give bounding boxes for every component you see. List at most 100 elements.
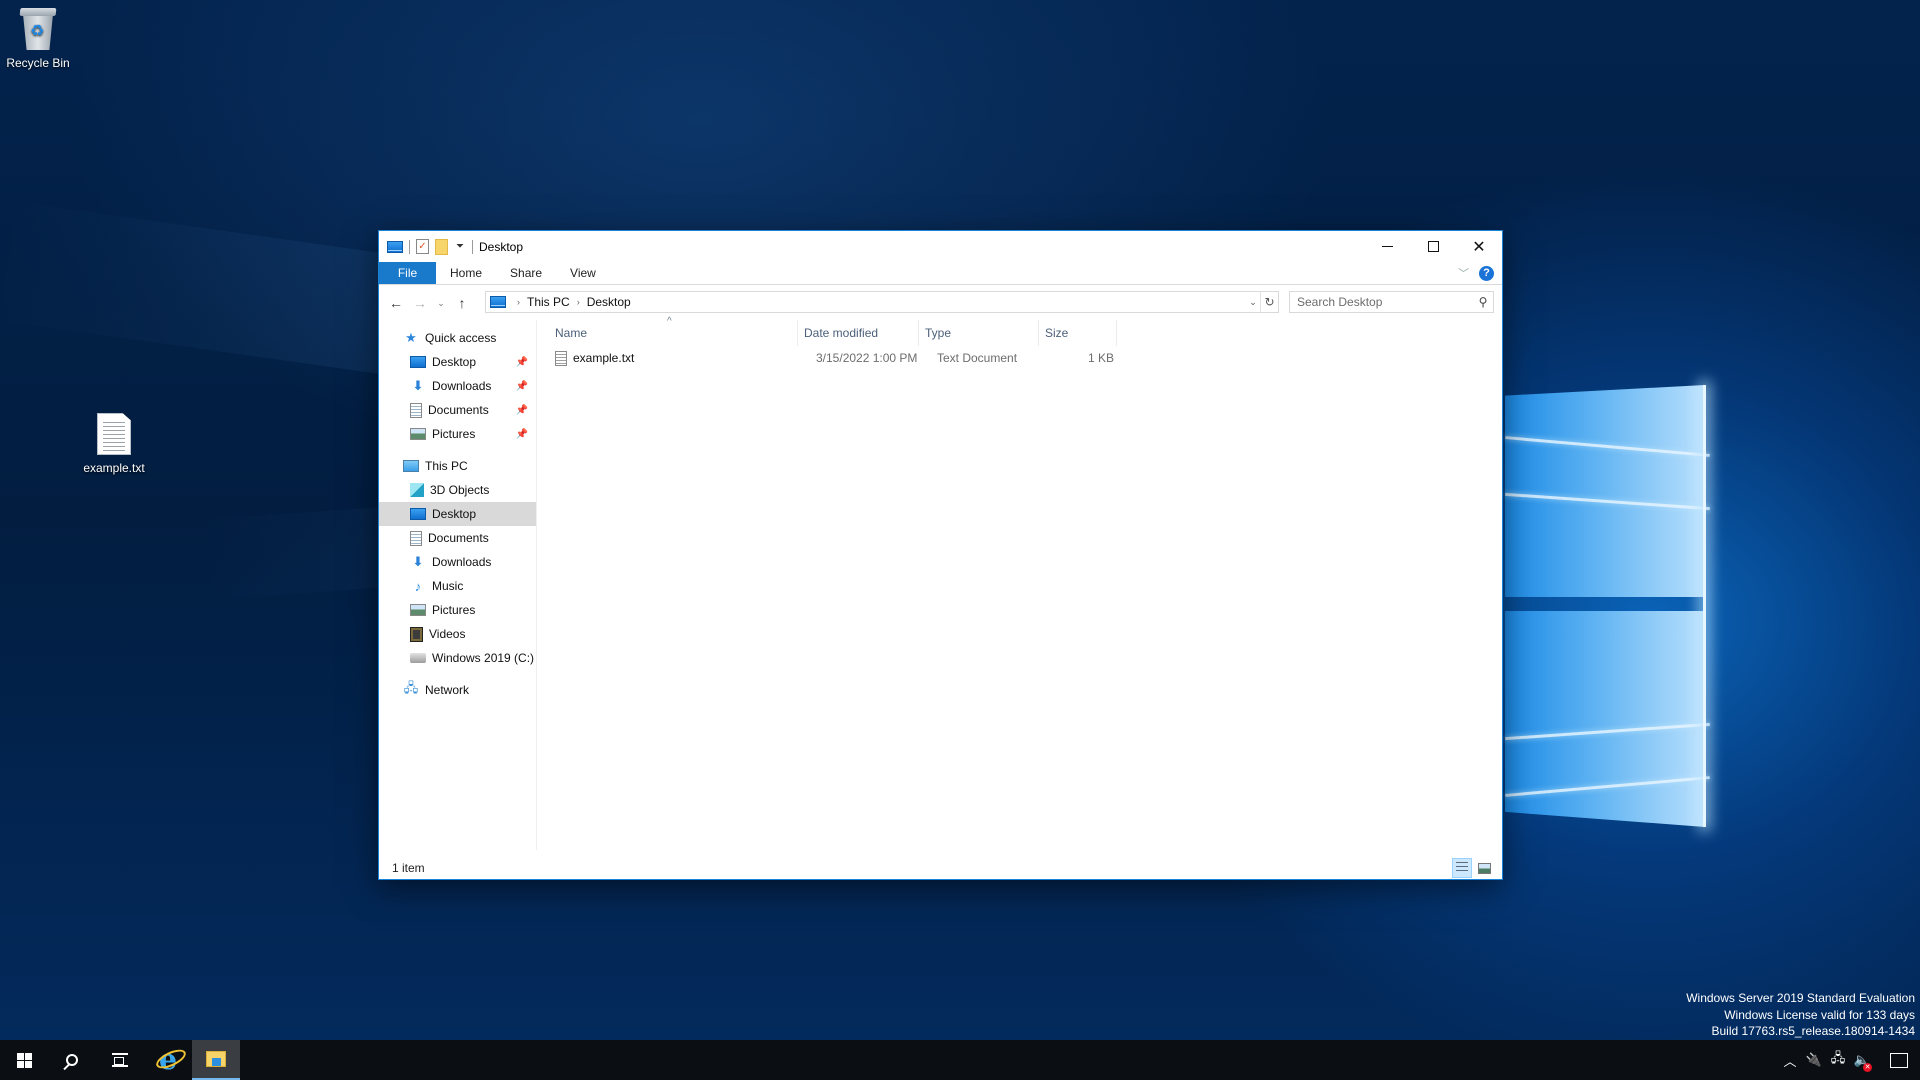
address-history-dropdown-icon[interactable]: ⌄	[1246, 297, 1260, 308]
nav-item-label: Network	[425, 683, 470, 697]
nav-item-qa-documents[interactable]: Documents 📌	[379, 398, 536, 422]
nav-item-label: Desktop	[432, 507, 477, 521]
nav-item-label: This PC	[425, 459, 468, 473]
taskbar: e ︿ 🔌 🖧 🔈 ✕	[0, 1040, 1920, 1080]
item-count: 1 item	[392, 861, 425, 875]
up-button[interactable]: ↑	[450, 295, 474, 311]
details-view-icon	[1456, 862, 1468, 874]
details-view-button[interactable]	[1452, 858, 1472, 878]
nav-item-network[interactable]: 🖧 Network	[379, 678, 536, 702]
show-hidden-icons-chevron-icon[interactable]: ︿	[1778, 1051, 1802, 1070]
close-icon: ✕	[1472, 238, 1486, 256]
desktop-icon-recycle-bin[interactable]: ♻ Recycle Bin	[0, 8, 76, 70]
navigation-pane: ★ Quick access Desktop 📌 ⬇ Downloads 📌 D…	[379, 320, 537, 850]
nav-item-3d-objects[interactable]: 3D Objects	[379, 478, 536, 502]
back-button[interactable]: ←	[384, 295, 408, 311]
search-button[interactable]	[48, 1040, 96, 1080]
nav-item-qa-desktop[interactable]: Desktop 📌	[379, 350, 536, 374]
new-folder-icon[interactable]	[435, 238, 448, 255]
ribbon-tabs: File Home Share View ﹀ ?	[379, 262, 1502, 285]
breadcrumb-this-pc[interactable]: This PC	[527, 295, 570, 309]
minimize-button[interactable]	[1364, 231, 1410, 262]
pin-icon[interactable]: 📌	[516, 381, 528, 392]
address-controls: ⌄ ↻	[1246, 292, 1278, 312]
nav-item-quick-access[interactable]: ★ Quick access	[379, 326, 536, 350]
quick-access-star-icon: ★	[405, 330, 417, 345]
tab-home[interactable]: Home	[436, 262, 496, 284]
logo-pane-bottom	[1505, 611, 1705, 827]
ribbon-right-controls: ﹀ ?	[1458, 265, 1494, 281]
nav-item-label: 3D Objects	[430, 483, 490, 497]
maximize-button[interactable]	[1410, 231, 1456, 262]
tab-view[interactable]: View	[556, 262, 610, 284]
breadcrumb-separator-icon[interactable]: ›	[517, 297, 520, 307]
pin-icon[interactable]: 📌	[516, 357, 528, 368]
internet-explorer-button[interactable]: e	[144, 1040, 192, 1080]
properties-icon[interactable]: ✓	[416, 239, 429, 254]
nav-item-music[interactable]: ♪ Music	[379, 574, 536, 598]
pin-icon[interactable]: 📌	[516, 429, 528, 440]
nav-item-label: Pictures	[432, 427, 476, 441]
column-header-size[interactable]: Size	[1039, 320, 1117, 346]
action-center-icon[interactable]	[1890, 1052, 1908, 1068]
search-box[interactable]: ⚲	[1289, 291, 1494, 313]
column-header-type[interactable]: Type	[919, 320, 1039, 346]
logo-pane-top	[1505, 385, 1705, 597]
help-icon[interactable]: ?	[1479, 265, 1494, 281]
column-header-date-modified[interactable]: Date modified	[798, 320, 919, 346]
desktop-icon-example-txt[interactable]: example.txt	[76, 413, 152, 475]
nav-item-downloads[interactable]: ⬇ Downloads	[379, 550, 536, 574]
file-row[interactable]: example.txt 3/15/2022 1:00 PM Text Docum…	[549, 346, 1119, 370]
column-label: Size	[1045, 326, 1069, 340]
recent-locations-button[interactable]: ⌄	[432, 298, 450, 309]
window-controls: ✕	[1364, 231, 1502, 262]
nav-item-drive-c[interactable]: Windows 2019 (C:)	[379, 646, 536, 670]
nav-item-videos[interactable]: Videos	[379, 622, 536, 646]
desktop-folder-icon	[410, 508, 426, 520]
breadcrumb-desktop[interactable]: Desktop	[587, 295, 631, 309]
large-icons-view-button[interactable]	[1474, 858, 1494, 878]
expand-ribbon-icon[interactable]: ﹀	[1458, 265, 1469, 281]
title-bar[interactable]: ✓ ⏷ Desktop ✕	[379, 231, 1502, 262]
desktop-icon-label: Recycle Bin	[6, 56, 70, 70]
power-plug-icon[interactable]: 🔌	[1802, 1052, 1826, 1068]
network-icon: 🖧	[403, 680, 419, 695]
this-pc-icon[interactable]	[387, 240, 403, 253]
nav-item-qa-downloads[interactable]: ⬇ Downloads 📌	[379, 374, 536, 398]
file-explorer-icon	[206, 1051, 226, 1067]
view-mode-buttons	[1452, 858, 1494, 878]
volume-muted-icon[interactable]: 🔈 ✕	[1850, 1052, 1874, 1072]
task-view-button[interactable]	[96, 1040, 144, 1080]
nav-item-desktop[interactable]: Desktop	[379, 502, 536, 526]
nav-item-documents[interactable]: Documents	[379, 526, 536, 550]
nav-item-pictures[interactable]: Pictures	[379, 598, 536, 622]
column-label: Name	[555, 326, 588, 340]
column-label: Type	[925, 326, 952, 340]
nav-item-qa-pictures[interactable]: Pictures 📌	[379, 422, 536, 446]
downloads-folder-icon: ⬇	[412, 554, 424, 569]
address-bar[interactable]: › This PC › Desktop ⌄ ↻	[485, 291, 1279, 313]
column-header-name[interactable]: ^ Name	[539, 316, 798, 346]
tab-file[interactable]: File	[379, 262, 436, 284]
toolbar-separator	[409, 239, 410, 254]
search-input[interactable]	[1297, 295, 1473, 309]
file-explorer-button[interactable]	[192, 1040, 240, 1080]
maximize-icon	[1427, 241, 1439, 252]
tab-share[interactable]: Share	[496, 262, 556, 284]
forward-button[interactable]: →	[408, 295, 432, 311]
close-button[interactable]: ✕	[1456, 231, 1502, 262]
nav-item-this-pc[interactable]: This PC	[379, 454, 536, 478]
refresh-icon[interactable]: ↻	[1260, 292, 1278, 312]
videos-film-icon	[410, 626, 423, 642]
search-icon[interactable]: ⚲	[1473, 295, 1493, 309]
start-button[interactable]	[0, 1040, 48, 1080]
network-icon[interactable]: 🖧	[1826, 1049, 1850, 1071]
music-note-icon: ♪	[414, 578, 422, 594]
breadcrumb-separator-icon[interactable]: ›	[577, 297, 580, 307]
desktop-icon-label: example.txt	[83, 461, 145, 475]
pin-icon[interactable]: 📌	[516, 405, 528, 416]
customize-dropdown-icon[interactable]: ⏷	[454, 241, 466, 252]
column-label: Date modified	[804, 326, 879, 340]
quick-access-toolbar: ✓ ⏷	[387, 238, 473, 255]
recycle-bin-icon: ♻	[19, 8, 57, 50]
